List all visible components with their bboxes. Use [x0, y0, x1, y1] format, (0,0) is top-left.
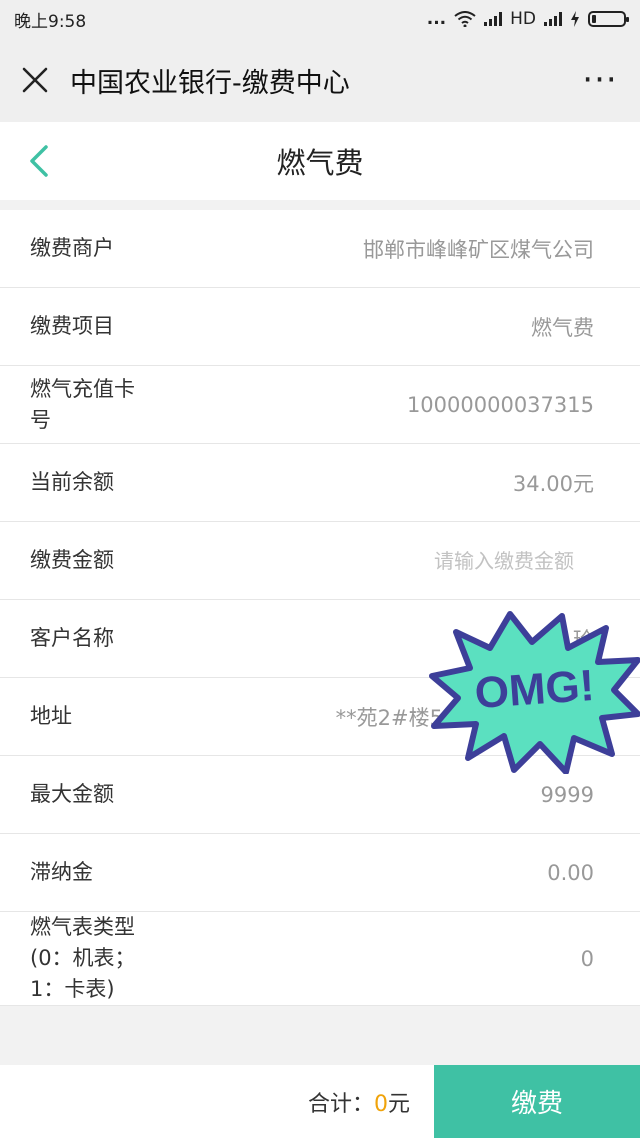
row-balance: 当前余额 34.00元 — [0, 444, 640, 522]
status-time: 晚上9:58 — [14, 11, 87, 32]
max-amount-value: 9999 — [540, 782, 594, 807]
balance-label: 当前余额 — [30, 470, 114, 494]
status-bar: 晚上9:58 ... HD — [0, 0, 640, 38]
meter-type-value: 0 — [580, 946, 594, 971]
webview-top-bar: 中国农业银行-缴费中心 ··· — [0, 38, 640, 122]
more-icon: ··· — [582, 60, 618, 100]
webview-title: 中国农业银行-缴费中心 — [70, 67, 350, 99]
late-fee-value: 0.00 — [547, 860, 594, 885]
status-icons: ... HD — [426, 9, 629, 29]
close-button[interactable] — [0, 38, 70, 122]
back-button[interactable] — [14, 132, 64, 190]
signal-icon-2 — [544, 12, 562, 26]
row-late-fee: 滞纳金 0.00 — [0, 834, 640, 912]
chevron-left-icon — [30, 145, 48, 177]
bottom-bar: 合计：0元 缴费 — [0, 1065, 640, 1138]
item-label: 缴费项目 — [30, 314, 114, 338]
row-card-number: 燃气充值卡号 10000000037315 — [0, 366, 640, 444]
charging-icon — [571, 11, 579, 27]
address-label: 地址 — [30, 704, 72, 728]
total-amount: 0 — [373, 1091, 388, 1117]
max-amount-label: 最大金额 — [30, 782, 114, 806]
pay-amount-input[interactable] — [354, 548, 594, 573]
merchant-value: 邯郸市峰峰矿区煤气公司 — [363, 237, 594, 262]
customer-name-label: 客户名称 — [30, 626, 114, 650]
row-meter-type: 燃气表类型(0：机表；1：卡表) 0 — [0, 912, 640, 1006]
item-value: 燃气费 — [531, 315, 594, 340]
row-merchant: 缴费商户 邯郸市峰峰矿区煤气公司 — [0, 210, 640, 288]
omg-sticker: OMG! — [429, 611, 640, 774]
total-summary: 合计：0元 — [308, 1086, 410, 1118]
meter-type-label: 燃气表类型(0：机表；1：卡表) — [30, 915, 136, 1001]
card-number-label: 燃气充值卡号 — [30, 376, 135, 432]
sticker-text: OMG! — [473, 661, 596, 718]
page-header: 燃气费 — [0, 122, 640, 200]
more-button[interactable]: ··· — [560, 38, 640, 122]
wifi-icon — [454, 11, 476, 27]
close-icon — [22, 67, 48, 93]
balance-value: 34.00元 — [512, 471, 594, 496]
row-item: 缴费项目 燃气费 — [0, 288, 640, 366]
pay-button[interactable]: 缴费 — [434, 1065, 640, 1138]
pay-amount-label: 缴费金额 — [30, 548, 114, 572]
network-type: HD — [510, 9, 536, 29]
notification-dots: ... — [426, 9, 447, 29]
late-fee-label: 滞纳金 — [30, 860, 93, 884]
merchant-label: 缴费商户 — [30, 236, 114, 260]
row-pay-amount: 缴费金额 — [0, 522, 640, 600]
card-number-value: 10000000037315 — [406, 392, 594, 417]
total-unit: 元 — [387, 1091, 410, 1117]
battery-icon — [588, 11, 629, 27]
page-title: 燃气费 — [276, 146, 364, 180]
signal-icon — [484, 12, 503, 26]
total-label: 合计： — [307, 1091, 374, 1117]
